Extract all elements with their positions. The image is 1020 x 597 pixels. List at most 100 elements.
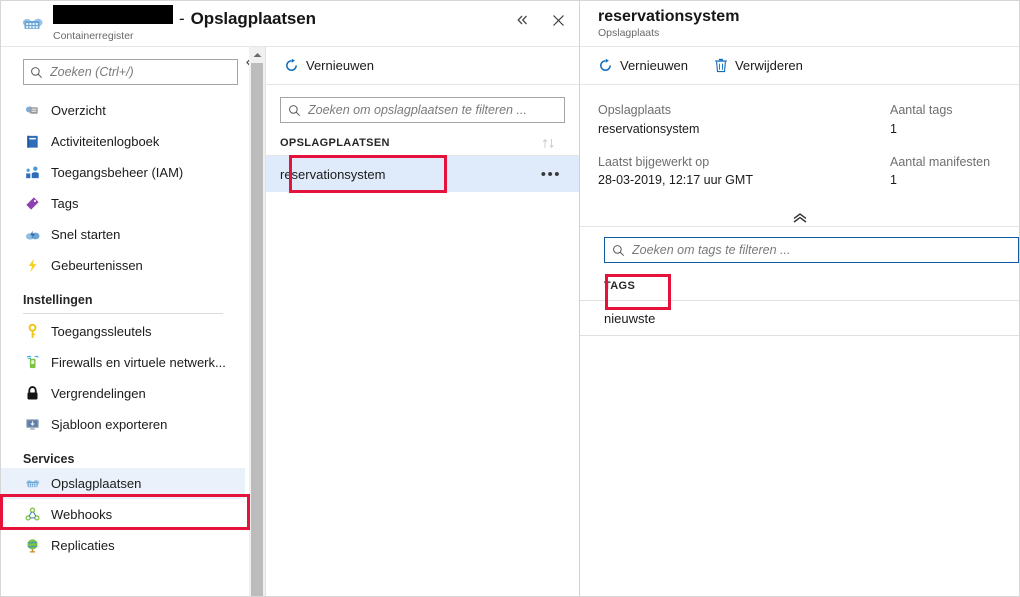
key-icon [23, 323, 41, 341]
property-aantal-tags: Aantal tags 1 [890, 101, 990, 139]
sidebar-item-label: Vergrendelingen [51, 386, 146, 401]
property-label: Laatst bijgewerkt op [598, 154, 710, 169]
sidebar-item-label: Tags [51, 196, 79, 211]
repositories-column-label: OPSLAGPLAATSEN [280, 137, 390, 149]
lock-icon [23, 385, 41, 403]
refresh-button[interactable]: Vernieuwen [280, 56, 378, 75]
page-title: Opslagplaatsen [190, 9, 316, 28]
scroll-up-icon[interactable] [249, 47, 265, 62]
resource-menu: Overzicht Activiteitenlogboek [1, 47, 266, 596]
repository-detail-subtitle: Opslagplaats [598, 27, 660, 40]
repositories-search-input[interactable] [306, 102, 557, 118]
quickstart-icon [23, 226, 41, 244]
tags-search-box[interactable] [604, 237, 1019, 263]
property-opslagplaats: Opslagplaats reservationsystem [598, 101, 890, 139]
scrollbar-thumb[interactable] [251, 63, 263, 596]
sidebar-item-label: Activiteitenlogboek [51, 134, 160, 149]
refresh-button-label: Vernieuwen [306, 58, 374, 73]
repositories-column-header: OPSLAGPLAATSEN [266, 131, 579, 156]
sidebar-item-firewalls-virtuele-netwerken[interactable]: Firewalls en virtuele netwerk... [1, 347, 245, 378]
sidebar-item-tags[interactable]: Tags [1, 188, 245, 219]
property-value: reservationsystem [598, 121, 700, 136]
blade-body: Overzicht Activiteitenlogboek [1, 47, 579, 596]
property-value: 28-03-2019, 12:17 uur GMT [598, 173, 753, 188]
refresh-button[interactable]: Vernieuwen [594, 56, 692, 75]
menu-divider [23, 313, 223, 314]
tag-icon [23, 195, 41, 213]
webhooks-icon [23, 506, 41, 524]
property-label: Aantal tags [890, 103, 953, 117]
repository-detail-toolbar: Vernieuwen Verwijderen [580, 47, 1019, 85]
table-row[interactable]: reservationsystem ••• [266, 156, 579, 192]
blade-title-group: - Opslagplaatsen Containerregister [53, 5, 316, 42]
sidebar-item-webhooks[interactable]: Webhooks [1, 499, 245, 530]
menu-group-services: Services [23, 452, 75, 466]
properties-column-right: Aantal tags 1 Aantal manifesten 1 [890, 101, 990, 204]
sidebar-item-label: Overzicht [51, 103, 106, 118]
sidebar-item-snel-starten[interactable]: Snel starten [1, 219, 245, 250]
sidebar-item-label: Webhooks [51, 507, 113, 522]
sidebar-item-overzicht[interactable]: Overzicht [1, 95, 245, 126]
sidebar-item-toegangssleutels[interactable]: Toegangssleutels [1, 316, 245, 347]
property-label: Aantal manifesten [890, 154, 991, 169]
property-aantal-manifesten: Aantal manifesten 1 [890, 153, 990, 191]
container-registry-icon [19, 11, 45, 37]
sidebar-item-label: Gebeurtenissen [51, 258, 143, 273]
repository-properties: Opslagplaats reservationsystem Laatst bi… [580, 85, 1019, 227]
sidebar-item-vergrendelingen[interactable]: Vergrendelingen [1, 378, 245, 409]
menu-search-input[interactable] [48, 64, 231, 80]
redacted-registry-name [53, 5, 173, 24]
sidebar-item-opslagplaatsen[interactable]: Opslagplaatsen [1, 468, 245, 499]
sidebar-item-replicaties[interactable]: Replicaties [1, 530, 245, 561]
sidebar-item-label: Snel starten [51, 227, 121, 242]
sidebar-item-label: Replicaties [51, 538, 115, 553]
menu-scrollbar[interactable] [249, 47, 265, 596]
chevron-up-icon[interactable] [580, 213, 1019, 223]
close-icon[interactable] [547, 9, 569, 31]
sidebar-item-sjabloon-exporteren[interactable]: Sjabloon exporteren [1, 409, 245, 440]
delete-button[interactable]: Verwijderen [710, 56, 807, 75]
tags-column-label: TAGS [604, 280, 636, 292]
menu-scroll-area: Overzicht Activiteitenlogboek Toegangsbe… [1, 93, 265, 596]
sidebar-item-label: Toegangsbeheer (IAM) [51, 165, 184, 180]
blade-header: - Opslagplaatsen Containerregister [1, 1, 579, 47]
blade-subtitle: Containerregister [53, 30, 134, 42]
export-template-icon [23, 416, 41, 434]
sidebar-item-gebeurtenissen[interactable]: Gebeurtenissen [1, 250, 245, 281]
sidebar-item-activiteitenlogboek[interactable]: Activiteitenlogboek [1, 126, 245, 157]
sidebar-item-label: Opslagplaatsen [51, 476, 142, 491]
sidebar-item-label: Toegangssleutels [51, 324, 152, 339]
repositories-list-pane: Vernieuwen OPSLA [266, 47, 579, 596]
delete-button-label: Verwijderen [734, 58, 803, 73]
sidebar-item-toegangsbeheer-iam[interactable]: Toegangsbeheer (IAM) [1, 157, 245, 188]
property-value: 1 [890, 121, 897, 136]
sidebar-item-label: Sjabloon exporteren [51, 417, 168, 432]
tags-search-input[interactable] [630, 242, 1011, 258]
blade-header-actions [511, 9, 569, 31]
tags-search-wrap [580, 227, 1019, 269]
search-icon [612, 244, 625, 257]
trash-icon [714, 58, 728, 73]
property-laatst-bijgewerkt: Laatst bijgewerkt op 28-03-2019, 12:17 u… [598, 153, 890, 191]
access-control-icon [23, 164, 41, 182]
refresh-icon [284, 58, 299, 73]
overview-icon [23, 102, 41, 120]
events-icon [23, 257, 41, 275]
sort-updown-icon[interactable] [541, 138, 557, 149]
sidebar-item-label: Firewalls en virtuele netwerk... [51, 355, 226, 370]
tags-column-header: TAGS [580, 269, 1019, 301]
row-context-menu-icon[interactable]: ••• [541, 166, 561, 183]
title-separator: - [179, 9, 185, 28]
collapse-blade-icon[interactable] [511, 9, 533, 31]
menu-list: Overzicht Activiteitenlogboek Toegangsbe… [1, 95, 265, 561]
search-icon [288, 104, 301, 117]
table-row[interactable]: nieuwste [580, 301, 1019, 336]
replications-icon [23, 537, 41, 555]
menu-search-box[interactable] [23, 59, 238, 85]
property-value: 1 [890, 173, 897, 188]
azure-portal-window: - Opslagplaatsen Containerregister Zoeke… [0, 0, 1020, 597]
repository-name: reservationsystem [280, 166, 386, 182]
repositories-search-box[interactable] [280, 97, 565, 123]
properties-column-left: Opslagplaats reservationsystem Laatst bi… [598, 101, 890, 204]
container-registry-blade: - Opslagplaatsen Containerregister Zoeke… [1, 1, 580, 596]
